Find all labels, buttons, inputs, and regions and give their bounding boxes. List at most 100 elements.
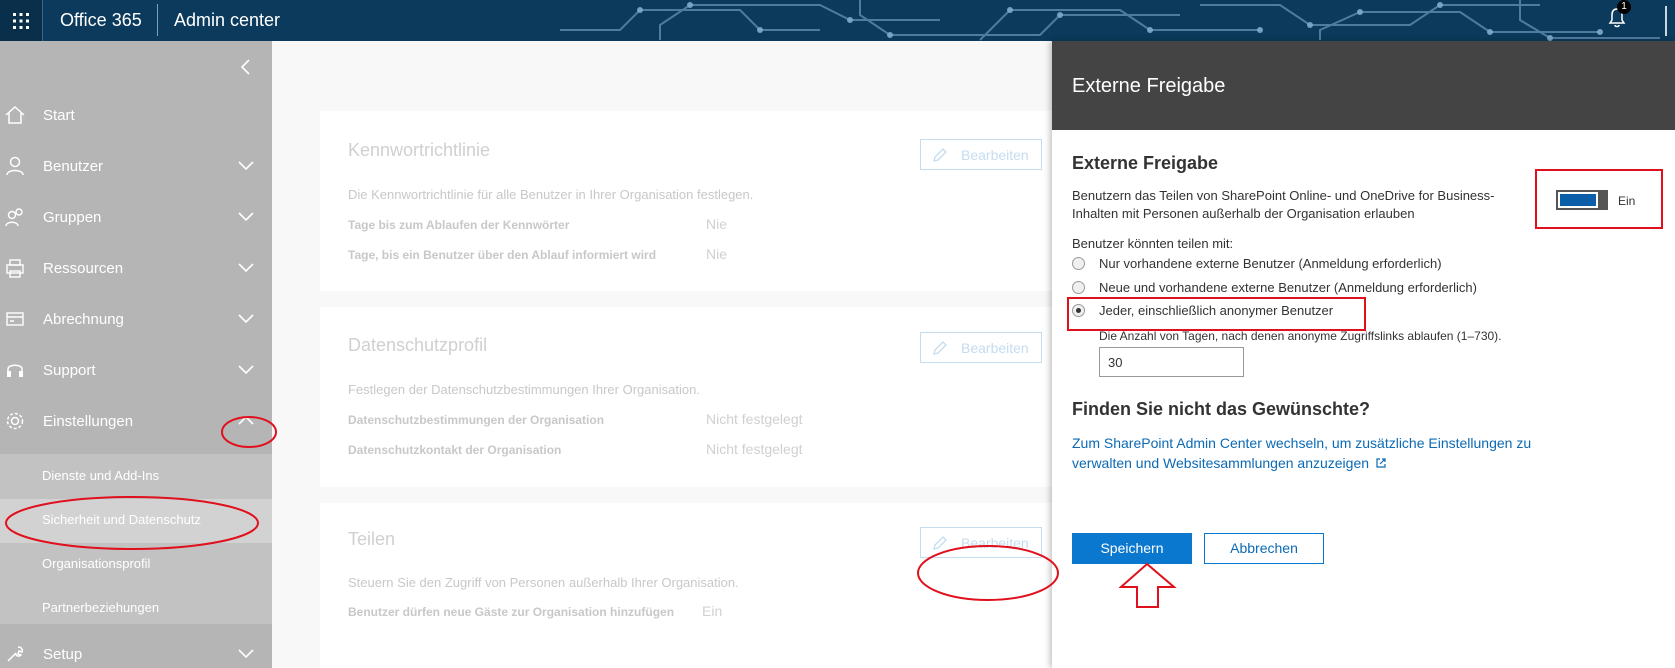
panel-header: Externe Freigabe (1052, 41, 1675, 130)
sidebar-item-label: Start (43, 106, 75, 124)
edit-label: Bearbeiten (961, 147, 1029, 163)
sidebar-item-start[interactable]: Start (0, 89, 272, 141)
row-value: Nicht festgelegt (706, 441, 803, 457)
chevron-down-icon (238, 649, 254, 659)
chevron-left-icon[interactable] (236, 55, 256, 79)
row-label: Datenschutzbestimmungen der Organisation (348, 413, 605, 427)
sidebar-item-label: Abrechnung (43, 310, 124, 328)
subitem-label: Dienste und Add-Ins (42, 468, 160, 483)
app-launcher-button[interactable] (0, 0, 43, 41)
card-description: Die Kennwortrichtlinie für alle Benutzer… (348, 187, 754, 202)
circuit-pattern (560, 0, 1660, 41)
person-icon (6, 156, 24, 176)
edit-label: Bearbeiten (961, 340, 1029, 356)
row-value: Nie (706, 246, 728, 262)
sidebar-item-abrechnung[interactable]: Abrechnung (0, 293, 272, 345)
sidebar-item-ressourcen[interactable]: Ressourcen (0, 242, 272, 294)
wrench-icon (7, 646, 23, 662)
section-title: Externe Freigabe (1072, 153, 1219, 173)
edit-button[interactable]: Bearbeiten (920, 332, 1042, 363)
sidebar-item-setup[interactable]: Setup (0, 628, 272, 668)
card-title: Kennwortrichtlinie (348, 140, 491, 160)
external-sharing-toggle[interactable] (1556, 190, 1608, 210)
card-title: Teilen (348, 529, 396, 549)
sidebar-item-support[interactable]: Support (0, 344, 272, 396)
toggle-fill (1560, 194, 1596, 206)
notification-badge: 1 (1617, 0, 1631, 14)
sidebar-subitem-dienste[interactable]: Dienste und Add-Ins (0, 455, 272, 499)
sharing-description: Benutzern das Teilen von SharePoint Onli… (1072, 188, 1495, 221)
edit-button[interactable]: Bearbeiten (920, 527, 1042, 558)
toggle-knob (1598, 190, 1608, 210)
external-link-icon (1376, 458, 1386, 468)
row-label: Datenschutzkontakt der Organisation (348, 443, 562, 457)
sidebar-subitem-organisationsprofil[interactable]: Organisationsprofil (0, 543, 272, 587)
chevron-down-icon (238, 263, 254, 273)
radio-label: Neue und vorhandene externe Benutzer (An… (1099, 280, 1477, 295)
waffle-icon (13, 12, 29, 29)
save-button[interactable]: Speichern (1072, 533, 1192, 564)
radio-button[interactable] (1072, 257, 1085, 270)
chevron-up-icon (238, 415, 254, 425)
sharepoint-admin-link[interactable]: Zum SharePoint Admin Center wechseln, um… (1072, 433, 1542, 473)
sidebar-subitem-sicherheit[interactable]: Sicherheit und Datenschutz (0, 499, 272, 543)
sidebar-item-gruppen[interactable]: Gruppen (0, 191, 272, 243)
headset-icon (7, 364, 23, 377)
panel-title: Externe Freigabe (1072, 75, 1226, 97)
chevron-down-icon (238, 365, 254, 375)
subitem-label: Partnerbeziehungen (42, 600, 160, 615)
chevron-down-icon (238, 161, 254, 171)
pencil-icon (933, 148, 947, 162)
sidebar-item-label: Benutzer (43, 157, 104, 175)
card-kennwortrichtlinie: Kennwortrichtlinie Bearbeiten Die Kennwo… (320, 111, 1056, 291)
home-icon (5, 105, 25, 124)
row-value: Nie (706, 216, 728, 232)
card-description: Festlegen der Datenschutzbestimmungen Ih… (348, 382, 700, 397)
chevron-down-icon (238, 314, 254, 324)
card-datenschutzprofil: Datenschutzprofil Bearbeiten Festlegen d… (320, 307, 1056, 487)
pencil-icon (933, 341, 947, 355)
sidebar-item-einstellungen[interactable]: Einstellungen (0, 395, 272, 447)
external-sharing-panel: Externe Freigabe Externe Freigabe Benutz… (1052, 41, 1675, 668)
top-bar: Office 365 Admin center 1 (0, 0, 1675, 41)
radio-label: Nur vorhandene externe Benutzer (Anmeldu… (1099, 256, 1442, 271)
subitem-label: Organisationsprofil (42, 556, 151, 571)
brand-name[interactable]: Office 365 (60, 7, 142, 33)
app-title: Admin center (174, 10, 281, 30)
edit-button[interactable]: Bearbeiten (920, 139, 1042, 170)
chevron-down-icon (238, 212, 254, 222)
toggle-label: Ein (1618, 194, 1636, 208)
days-input[interactable] (1099, 347, 1244, 377)
header-divider (157, 4, 158, 36)
sidebar-item-label: Setup (43, 645, 83, 663)
sidebar-item-label: Gruppen (43, 208, 102, 226)
radio-button-selected[interactable] (1072, 304, 1085, 317)
settings-submenu: Dienste und Add-Ins Sicherheit und Daten… (0, 454, 272, 624)
pencil-icon (933, 536, 947, 550)
days-label: Die Anzahl von Tagen, nach denen anonyme… (1099, 329, 1502, 343)
sidebar-item-label: Support (43, 361, 96, 379)
edit-label: Bearbeiten (961, 535, 1029, 551)
row-label: Tage bis zum Ablaufen der Kennwörter (348, 218, 570, 232)
sidebar: Start Benutzer Gruppen Ressourcen Abrech… (0, 41, 272, 668)
share-with-label: Benutzer könnten teilen mit: (1072, 236, 1234, 251)
billing-icon (6, 312, 24, 326)
card-teilen: Teilen Bearbeiten Steuern Sie den Zugrif… (320, 503, 1056, 668)
help-title: Finden Sie nicht das Gewünschte? (1072, 399, 1371, 419)
header-edge (1665, 6, 1667, 36)
main-content: Kennwortrichtlinie Bearbeiten Die Kennwo… (272, 41, 1056, 668)
card-title: Datenschutzprofil (348, 335, 488, 355)
row-label: Tage, bis ein Benutzer über den Ablauf i… (348, 248, 657, 262)
row-value: Nicht festgelegt (706, 411, 803, 427)
subitem-label: Sicherheit und Datenschutz (42, 512, 201, 527)
group-icon (5, 208, 23, 227)
card-description: Steuern Sie den Zugriff von Personen auß… (348, 575, 739, 590)
printer-icon (6, 259, 24, 278)
radio-label: Jeder, einschließlich anonymer Benutzer (1099, 303, 1334, 318)
cancel-button[interactable]: Abbrechen (1204, 533, 1324, 564)
link-text[interactable]: Zum SharePoint Admin Center wechseln, um… (1072, 435, 1531, 471)
row-value: Ein (702, 603, 723, 619)
sidebar-subitem-partner[interactable]: Partnerbeziehungen (0, 587, 272, 631)
radio-button[interactable] (1072, 281, 1085, 294)
sidebar-item-benutzer[interactable]: Benutzer (0, 140, 272, 192)
